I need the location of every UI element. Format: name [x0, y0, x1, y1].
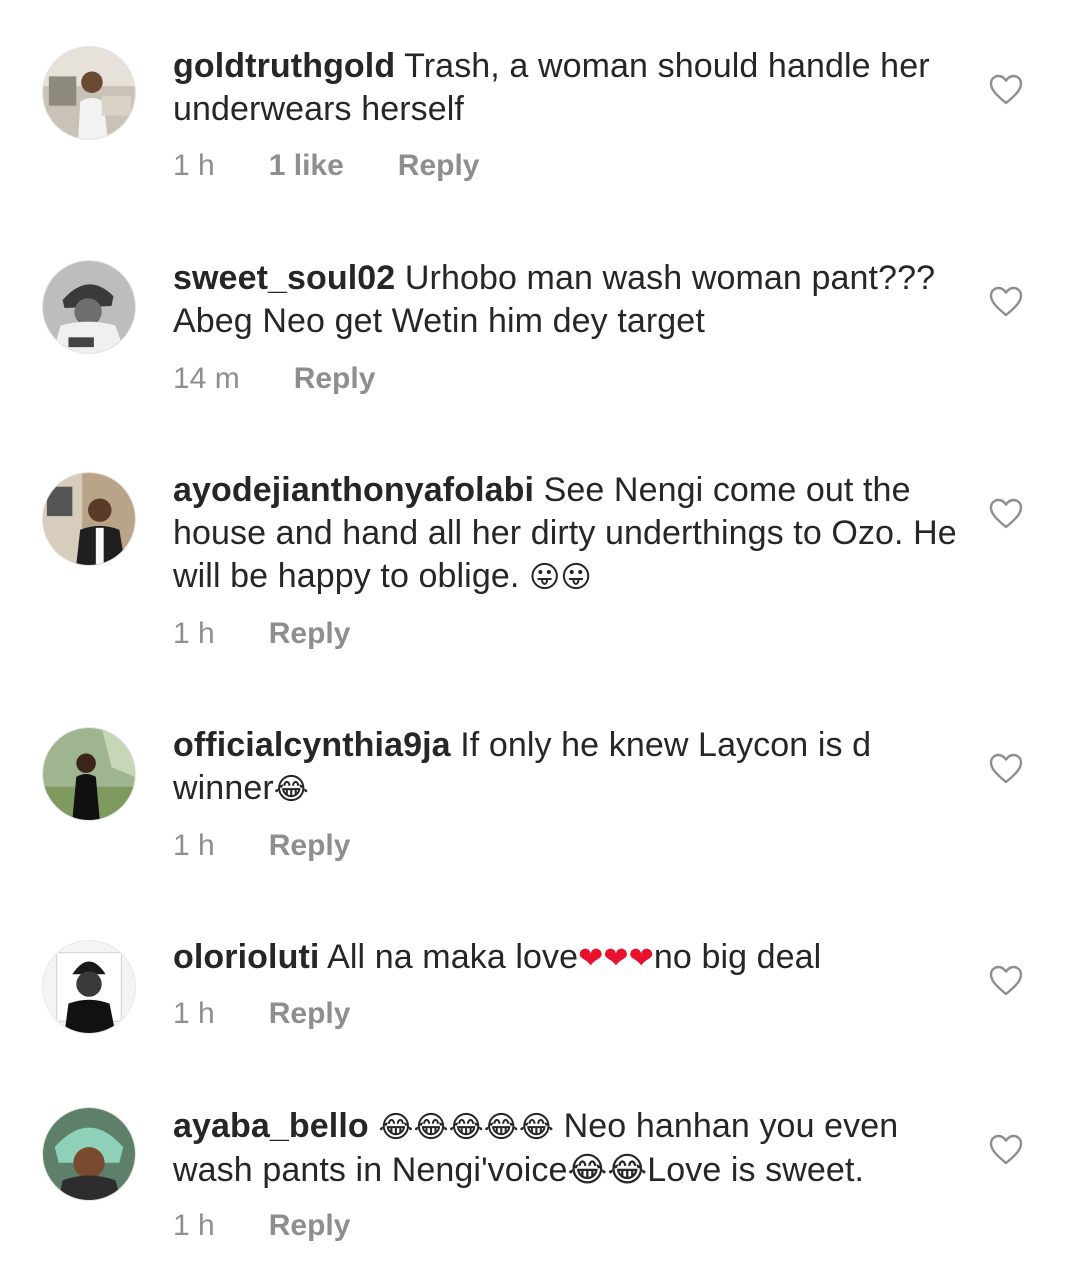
comment-time: 14 m	[173, 362, 240, 395]
avatar[interactable]	[42, 46, 136, 140]
comment-text: officialcynthia9ja If only he knew Layco…	[173, 724, 963, 811]
comment-username[interactable]: officialcynthia9ja	[173, 726, 451, 764]
comment-likes[interactable]: 1 like	[269, 148, 344, 184]
comment-meta: 14 m Reply	[173, 361, 375, 397]
heart-outline-icon[interactable]	[989, 286, 1023, 318]
heart-outline-icon[interactable]	[989, 498, 1023, 530]
heart-outline-icon[interactable]	[989, 965, 1023, 997]
reply-button[interactable]: Reply	[398, 148, 480, 184]
comment-username[interactable]: sweet_soul02	[173, 259, 395, 297]
comment-meta: 1 h Reply	[173, 616, 350, 652]
comment-meta: 1 h Reply	[173, 996, 350, 1032]
avatar[interactable]	[42, 940, 136, 1034]
comment-time: 1 h	[173, 149, 215, 182]
heart-outline-icon[interactable]	[989, 74, 1023, 106]
comment-username[interactable]: olorioluti	[173, 938, 319, 976]
comment-body	[369, 1107, 379, 1145]
comment-username[interactable]: ayodejianthonyafolabi	[173, 471, 534, 509]
reply-button[interactable]: Reply	[269, 996, 351, 1032]
comment-text: ayaba_bello 😂😂😂😂😂 Neo hanhan you even wa…	[173, 1105, 963, 1192]
comment-username[interactable]: goldtruthgold	[173, 47, 395, 85]
comment-emoji: 😛😛	[528, 560, 592, 595]
comment-meta: 1 h Reply	[173, 828, 350, 864]
comment-text: olorioluti All na maka love❤❤❤no big dea…	[173, 936, 963, 980]
reply-button[interactable]: Reply	[269, 1208, 351, 1244]
comment-emoji: 😂😂😂😂😂	[378, 1110, 555, 1145]
comment-body: All na maka love	[319, 938, 579, 976]
avatar[interactable]	[42, 727, 136, 821]
heart-outline-icon[interactable]	[989, 1134, 1023, 1166]
comment-time: 1 h	[173, 1209, 215, 1242]
comment-body-continued: no big deal	[653, 938, 822, 976]
comment-meta: 1 h 1 like Reply	[173, 148, 479, 184]
avatar[interactable]	[42, 260, 136, 354]
red-heart-emoji: ❤❤❤	[578, 941, 654, 976]
heart-outline-icon[interactable]	[989, 753, 1023, 785]
comment-time: 1 h	[173, 829, 215, 862]
comment-time: 1 h	[173, 997, 215, 1030]
comment-text: goldtruthgold Trash, a woman should hand…	[173, 45, 963, 131]
comment-username[interactable]: ayaba_bello	[173, 1107, 369, 1145]
reply-button[interactable]: Reply	[269, 828, 351, 864]
reply-button[interactable]: Reply	[294, 361, 376, 397]
comment-emoji: 😂	[273, 772, 309, 807]
comment-text: ayodejianthonyafolabi See Nengi come out…	[173, 469, 963, 599]
comment-time: 1 h	[173, 617, 215, 650]
comment-meta: 1 h Reply	[173, 1208, 350, 1244]
reply-button[interactable]: Reply	[269, 616, 351, 652]
avatar[interactable]	[42, 1107, 136, 1201]
comment-text: sweet_soul02 Urhobo man wash woman pant?…	[173, 257, 963, 343]
avatar[interactable]	[42, 472, 136, 566]
